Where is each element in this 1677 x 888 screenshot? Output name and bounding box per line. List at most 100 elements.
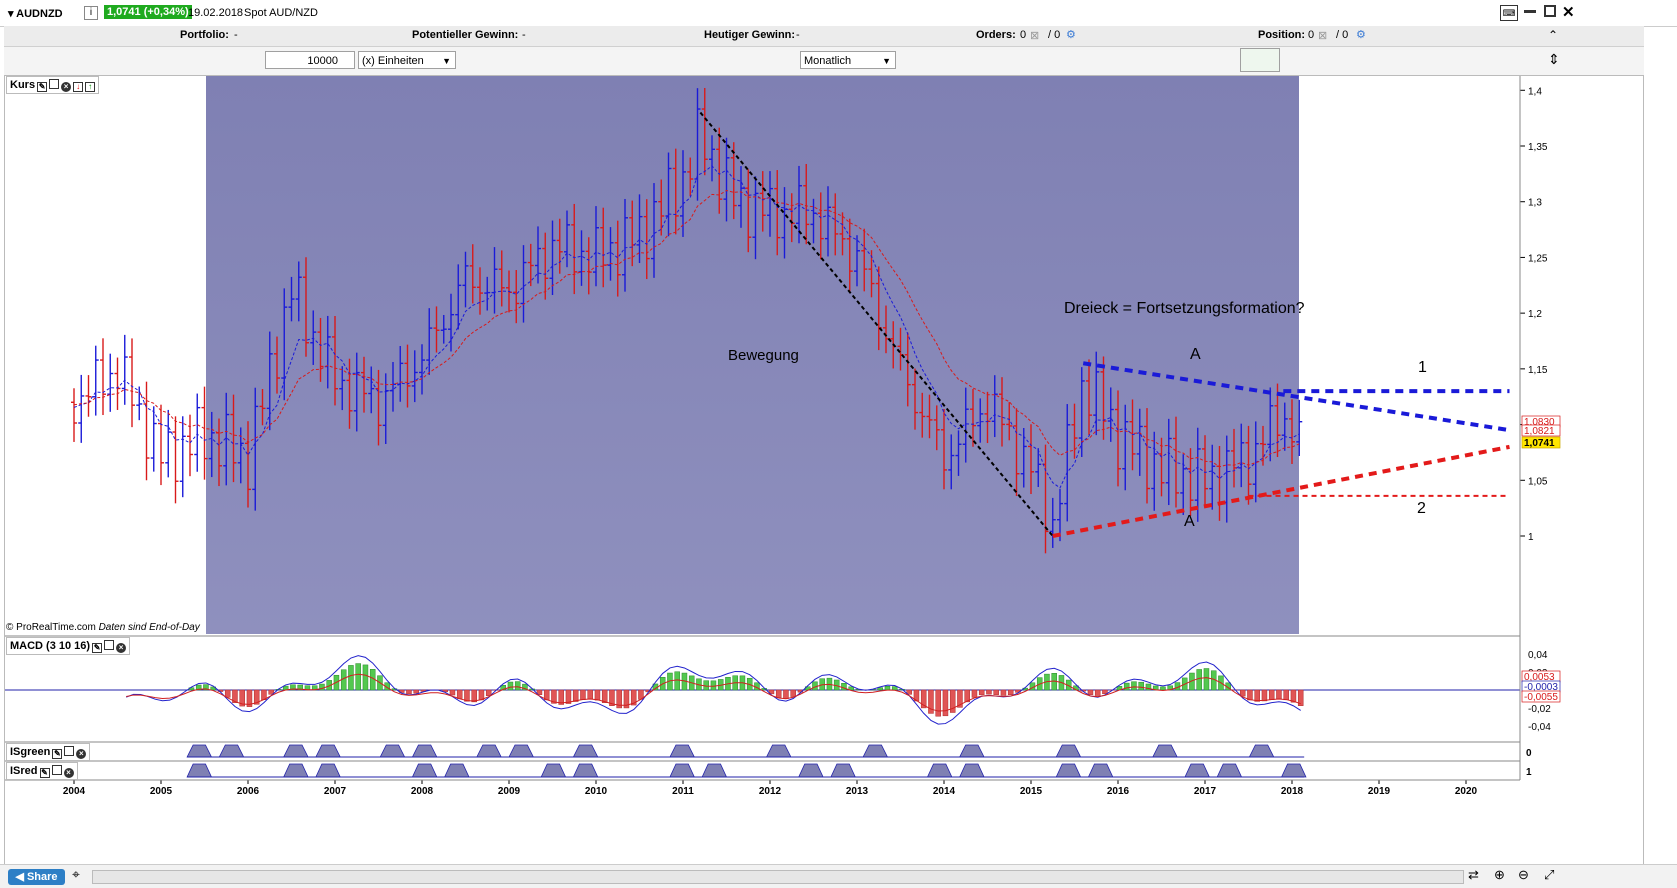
isgreen-signal [380,745,404,757]
macd-histogram-bar [450,690,455,695]
isred-signal [445,764,469,777]
macd-histogram-bar [936,690,941,716]
x-tick-label: 2018 [1281,786,1304,797]
macd-histogram-bar [1131,682,1136,690]
fit-icon[interactable]: ⤢ [1544,867,1554,883]
macd-histogram-bar [508,682,513,690]
macd-histogram-bar [1095,690,1100,696]
indicator-panels [5,742,1520,777]
cursor-icon[interactable]: ⌖ [72,866,80,883]
x-tick-label: 2016 [1107,786,1130,797]
macd-histogram-bar [406,690,411,694]
macd-histogram-bar [1262,690,1267,701]
chart-annotation: Dreieck = Fortsetzungsformation? [1064,300,1305,317]
macd-histogram-bar [573,690,578,702]
price-panel-header[interactable]: Kurs✎×↓↑ [6,76,99,94]
arrow-up-icon[interactable]: ↑ [85,82,95,92]
isgreen-signal [412,745,436,757]
macd-tick-label: -0,04 [1528,722,1551,733]
isred-signal [670,764,694,777]
macd-histogram-bar [711,681,716,690]
macd-histogram-bar [776,690,781,698]
isred-signal [960,764,984,777]
macd-histogram-bar [1247,690,1252,700]
macd-histogram-bar [704,681,709,690]
macd-histogram-bar [457,690,462,699]
isred-signal [1282,764,1306,777]
y-tick-label: 1,35 [1528,142,1548,153]
isgreen-signal [1153,745,1177,757]
isred-signal [316,764,340,777]
macd-histogram-bar [464,690,469,701]
y-tick-label: 1,4 [1528,86,1542,97]
macd-histogram-bar [414,690,419,693]
macd-histogram-bar [885,686,890,690]
isred-signal [412,764,436,777]
sync-icon[interactable]: ⇄ [1468,867,1479,883]
isred-signal [927,764,951,777]
macd-label: -0,0055 [1524,692,1558,703]
macd-histogram-bar [348,665,353,690]
isred-signal [1088,764,1112,777]
chart-annotation: Bewegung [728,347,799,364]
macd-histogram-bar [595,690,600,700]
y-tick-label: 1,3 [1528,198,1542,209]
zoom-in-icon[interactable]: ⊕ [1494,867,1505,883]
isgreen-signal [573,745,597,757]
y-tick-label: 1,2 [1528,309,1542,320]
x-tick-label: 2012 [759,786,782,797]
isgreen-signal [219,745,243,757]
window-icon[interactable] [49,79,59,89]
isgreen-signal [1249,745,1273,757]
macd-tick-label: 0,04 [1528,650,1548,661]
isgreen-panel-header[interactable]: ISgreen✎× [6,743,90,761]
macd-histogram-bar [580,690,585,700]
close-icon[interactable]: × [116,643,126,653]
macd-panel-header[interactable]: MACD (3 10 16)✎× [6,637,130,655]
macd-histogram-bar [588,690,593,699]
arrow-down-icon[interactable]: ↓ [73,82,83,92]
share-button[interactable]: ◀ Share [8,869,65,885]
isred-signal [187,764,211,777]
isgreen-value: 0 [1526,748,1532,759]
copyright-text: © ProRealTime.com [6,622,96,633]
macd-histogram-bar [979,690,984,695]
close-icon[interactable]: × [64,768,74,778]
isred-panel-header[interactable]: ISred✎× [6,762,78,780]
window-icon[interactable] [52,765,62,775]
x-tick-label: 2017 [1194,786,1217,797]
zoom-out-icon[interactable]: ⊖ [1518,867,1529,883]
isgreen-signal [187,745,211,757]
window-icon[interactable] [104,640,114,650]
x-tick-label: 2019 [1368,786,1391,797]
macd-histogram-bar [1240,690,1245,696]
close-icon[interactable]: × [61,82,71,92]
isgreen-signal [284,745,308,757]
close-icon[interactable]: × [76,749,86,759]
macd-signal-line [126,674,1301,711]
chart-annotation: A [1184,513,1195,530]
wrench-icon[interactable]: ✎ [40,768,50,778]
y-tick-label: 1,25 [1528,253,1548,264]
macd-tick-label: -0,02 [1528,704,1551,715]
window-icon[interactable] [64,746,74,756]
horizontal-scrollbar[interactable] [92,870,1464,884]
macd-histogram-bar [363,665,368,690]
macd-histogram-bar [812,682,817,690]
chart-annotation: 2 [1417,500,1426,517]
isred-signal [1056,764,1080,777]
wrench-icon[interactable]: ✎ [52,749,62,759]
isgreen-signal [960,745,984,757]
macd-histogram-bar [1139,682,1144,690]
isred-signal [1217,764,1241,777]
x-tick-label: 2009 [498,786,521,797]
chart-annotation: A [1190,346,1201,363]
macd-histogram-bar [225,690,230,697]
share-label: Share [27,871,58,883]
macd-histogram-bar [1160,687,1165,690]
price-label: 1,0741 [1524,438,1555,449]
wrench-icon[interactable]: ✎ [92,643,102,653]
wrench-icon[interactable]: ✎ [37,82,47,92]
y-tick-label: 1,15 [1528,365,1548,376]
macd-panel [5,636,1520,724]
